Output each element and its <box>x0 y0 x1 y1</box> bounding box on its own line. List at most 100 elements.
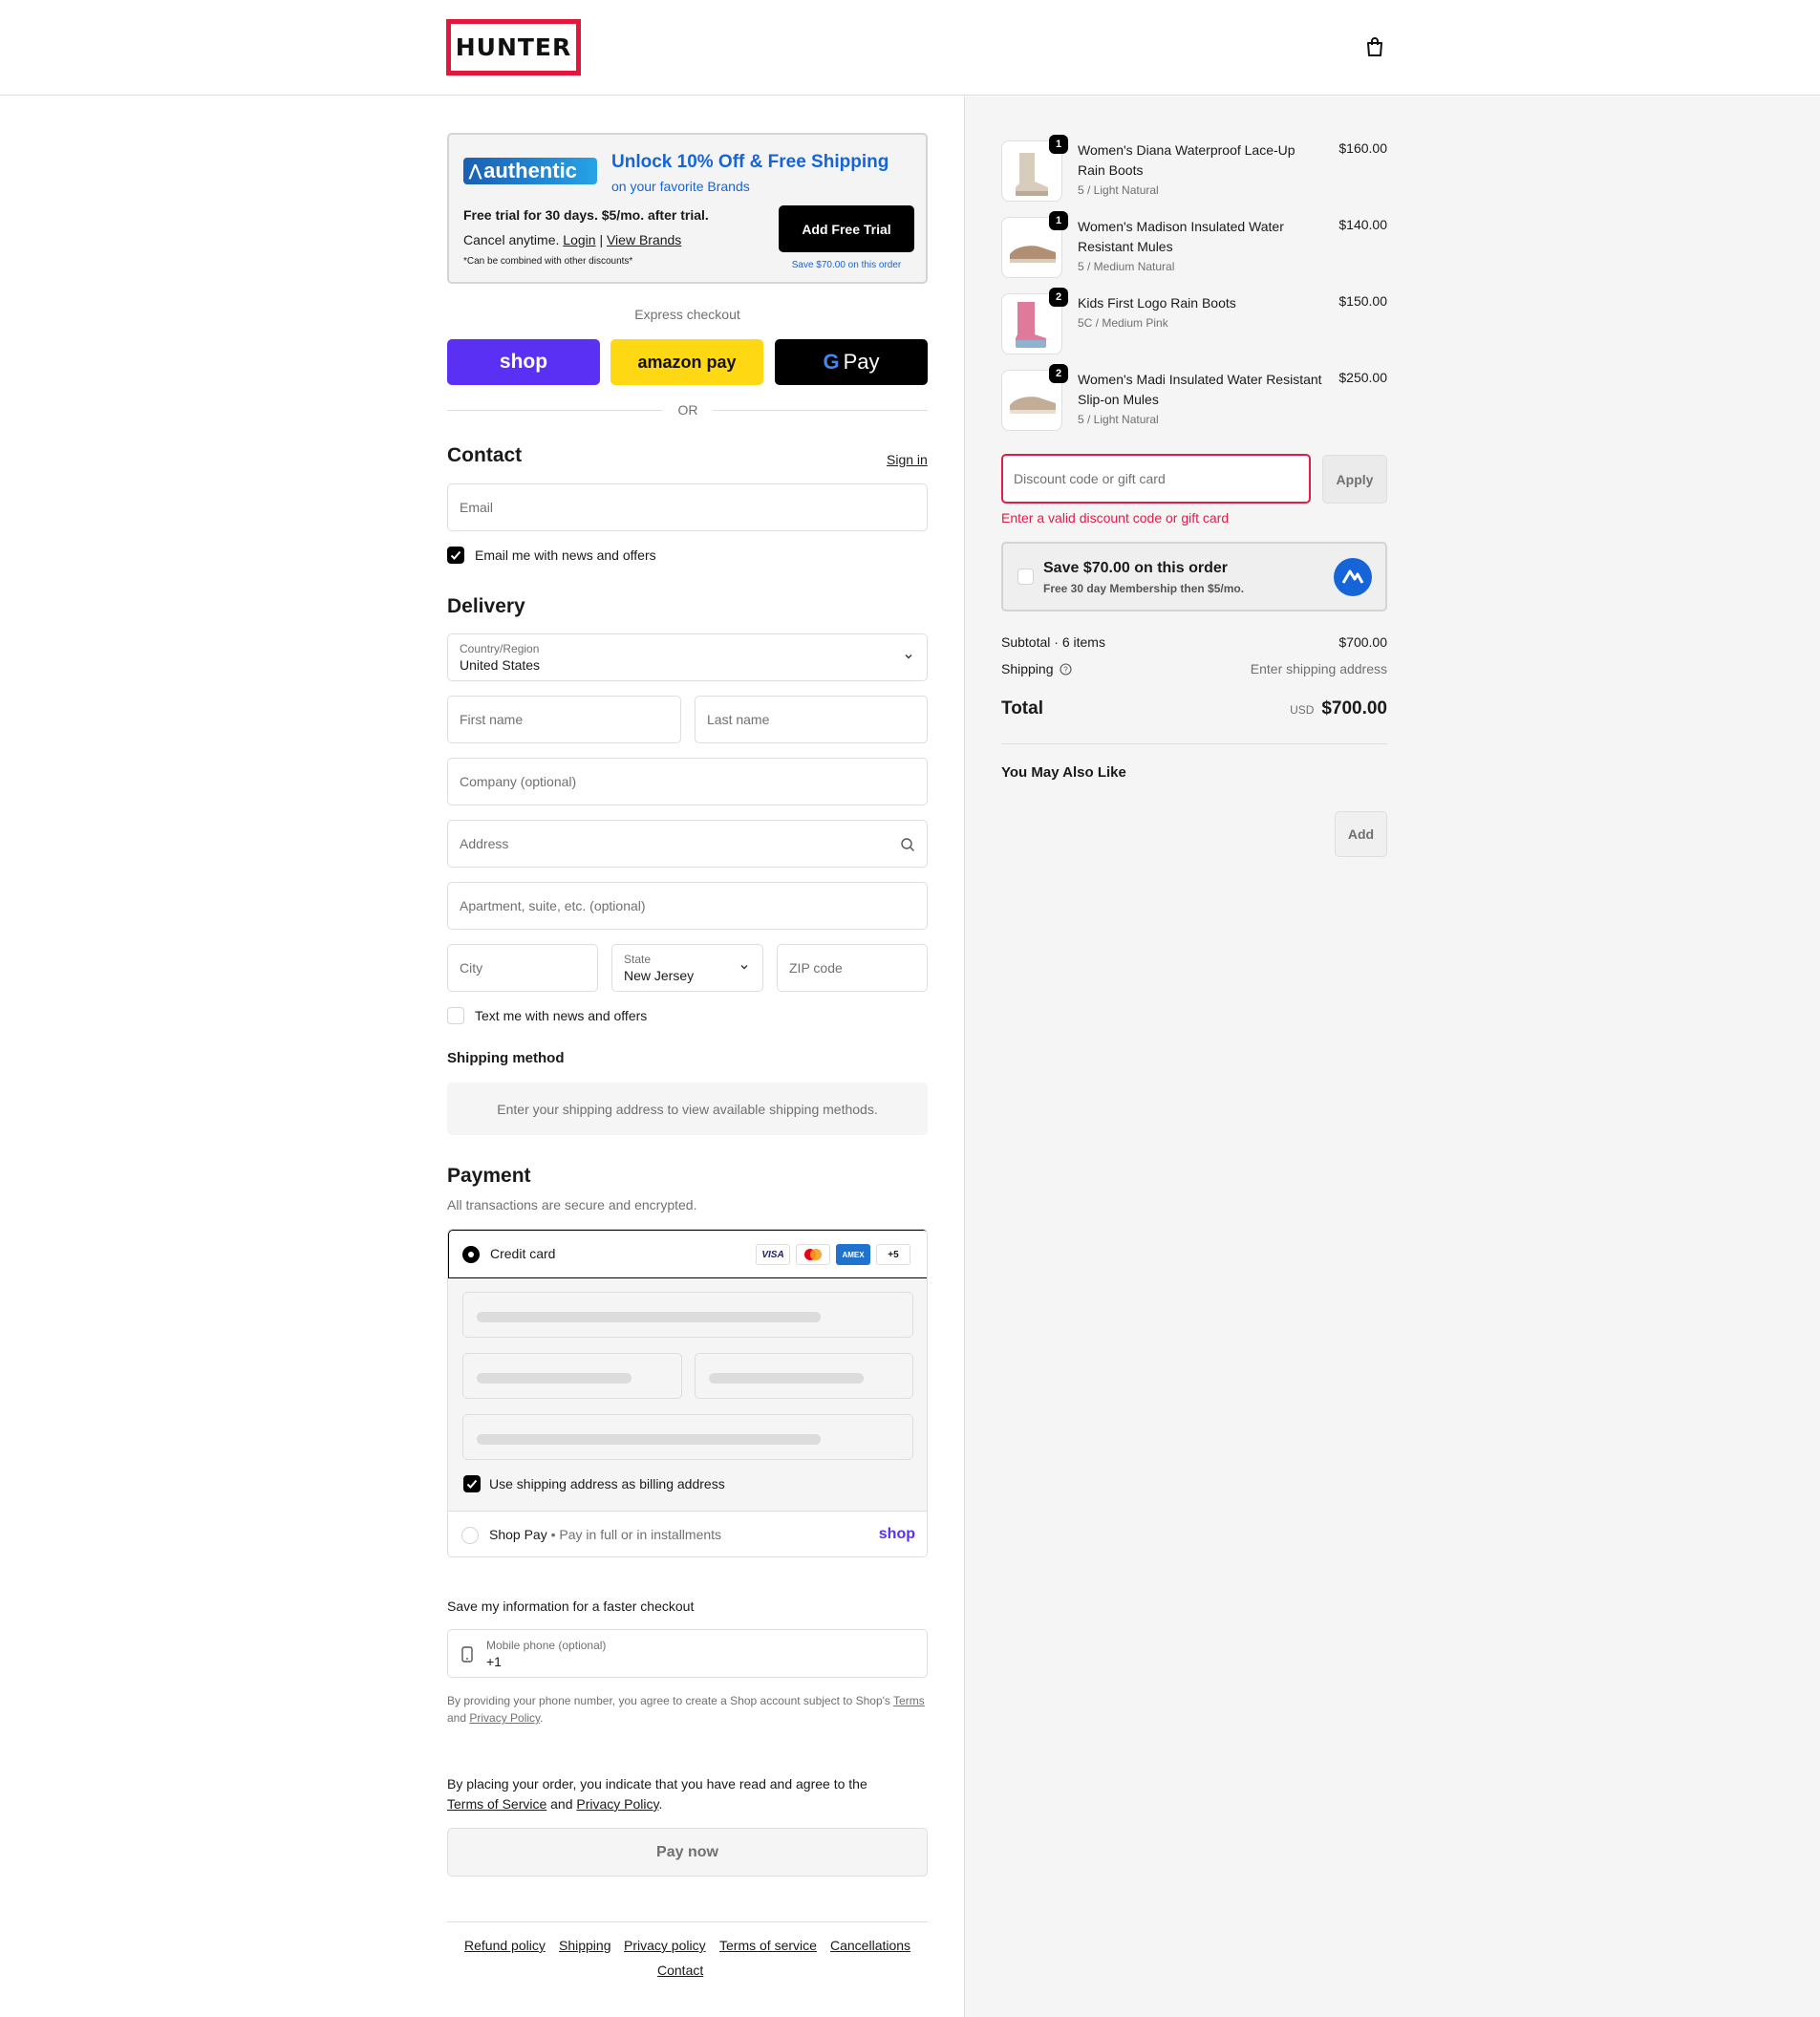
quantity-badge: 2 <box>1049 288 1068 307</box>
shop-pay-radio[interactable] <box>461 1527 479 1544</box>
billing-same-checkbox[interactable] <box>463 1475 481 1492</box>
product-price: $160.00 <box>1338 140 1387 156</box>
quantity-badge: 1 <box>1049 211 1068 230</box>
promo-subtitle: on your favorite Brands <box>611 179 750 194</box>
divider <box>447 410 662 411</box>
privacy-policy-link[interactable]: Privacy Policy <box>576 1796 658 1812</box>
last-name-field[interactable]: Last name <box>695 696 928 743</box>
more-cards-badge: +5 <box>876 1244 910 1265</box>
product-name: Kids First Logo Rain Boots <box>1078 295 1236 311</box>
shipping-row: Shipping ? Enter shipping address <box>1001 661 1387 676</box>
hunter-logo[interactable]: HUNTER <box>446 19 581 75</box>
email-news-checkbox[interactable] <box>447 547 464 564</box>
product-variant: 5 / Medium Natural <box>1078 260 1175 273</box>
address-field[interactable]: Address <box>447 820 928 868</box>
svg-text:?: ? <box>1063 666 1068 675</box>
add-free-trial-button[interactable]: Add Free Trial <box>779 205 914 252</box>
visa-icon: VISA <box>756 1244 790 1265</box>
contact-heading: Contact <box>447 444 523 466</box>
product-price: $250.00 <box>1338 370 1387 385</box>
credit-card-option[interactable]: Credit card VISA AMEX +5 <box>448 1230 927 1278</box>
save-offer-subtitle: Free 30 day Membership then $5/mo. <box>1043 582 1245 595</box>
shop-pay-label: Shop Pay <box>489 1527 547 1542</box>
phone-icon <box>461 1646 473 1663</box>
google-pay-button[interactable]: G Pay <box>775 339 928 385</box>
upsell-add-button[interactable]: Add <box>1335 811 1387 857</box>
sign-in-link[interactable]: Sign in <box>887 452 928 467</box>
discount-error-message: Enter a valid discount code or gift card <box>1001 510 1230 526</box>
subtotal-value: $700.00 <box>1338 634 1387 650</box>
express-checkout-label: Express checkout <box>634 307 740 322</box>
authentic-badge-icon <box>1334 558 1372 596</box>
country-select[interactable]: Country/Region United States <box>447 633 928 681</box>
save-offer-checkbox[interactable] <box>1017 569 1034 585</box>
shop-terms-link[interactable]: Terms <box>893 1694 925 1707</box>
promo-cancel-text: Cancel anytime. Login | View Brands <box>463 232 682 247</box>
summary-divider <box>1001 743 1387 744</box>
promo-fine-print: *Can be combined with other discounts* <box>463 256 633 267</box>
help-icon[interactable]: ? <box>1060 663 1072 676</box>
shipping-method-heading: Shipping method <box>447 1050 565 1066</box>
credit-card-radio[interactable] <box>462 1246 480 1263</box>
city-field[interactable]: City <box>447 944 598 992</box>
footer-cancellations-link[interactable]: Cancellations <box>830 1938 910 1953</box>
shopping-bag-icon[interactable] <box>1364 36 1385 57</box>
upsell-heading: You May Also Like <box>1001 764 1126 781</box>
cart-line-item: 1 Women's Madison Insulated Water Resist… <box>1001 211 1387 278</box>
product-price: $150.00 <box>1338 293 1387 309</box>
name-on-card-field[interactable] <box>462 1414 913 1460</box>
shipping-method-notice: Enter your shipping address to view avai… <box>447 1083 928 1135</box>
shop-pay-option[interactable]: Shop Pay • Pay in full or in installment… <box>448 1511 927 1556</box>
apartment-field[interactable]: Apartment, suite, etc. (optional) <box>447 882 928 930</box>
pay-now-button[interactable]: Pay now <box>447 1828 928 1877</box>
apply-discount-button[interactable]: Apply <box>1322 455 1387 504</box>
divider <box>713 410 928 411</box>
mobile-phone-field[interactable]: Mobile phone (optional) +1 <box>447 1629 928 1678</box>
expiration-field[interactable] <box>462 1353 682 1399</box>
google-g-icon: G <box>823 350 840 374</box>
footer-contact-link[interactable]: Contact <box>657 1963 703 1978</box>
shop-pay-subtitle: Pay in full or in installments <box>559 1527 722 1542</box>
cart-line-item: 2 Women's Madi Insulated Water Resistant… <box>1001 364 1387 431</box>
payment-methods: Credit card VISA AMEX +5 Use shipping ad… <box>447 1229 928 1557</box>
security-code-field[interactable] <box>695 1353 913 1399</box>
currency-code: USD <box>1290 703 1315 717</box>
promo-save-note: Save $70.00 on this order <box>791 260 902 270</box>
promo-login-link[interactable]: Login <box>563 232 595 247</box>
footer-terms-link[interactable]: Terms of service <box>719 1938 817 1953</box>
text-news-checkbox[interactable] <box>447 1007 464 1024</box>
shop-pay-express-button[interactable]: shop <box>447 339 600 385</box>
authentic-promo-banner: ⋀ authentic Unlock 10% Off & Free Shippin… <box>447 133 928 284</box>
discount-code-input[interactable]: Discount code or gift card <box>1001 454 1311 504</box>
shop-pay-logo: shop <box>878 1526 915 1542</box>
subtotal-label: Subtotal · 6 items <box>1001 634 1105 650</box>
terms-of-service-link[interactable]: Terms of Service <box>447 1796 546 1812</box>
promo-view-brands-link[interactable]: View Brands <box>607 232 681 247</box>
save-info-heading: Save my information for a faster checkou… <box>447 1599 695 1614</box>
subtotal-row: Subtotal · 6 items $700.00 <box>1001 634 1387 650</box>
shop-privacy-link[interactable]: Privacy Policy <box>469 1711 540 1725</box>
product-variant: 5 / Light Natural <box>1078 413 1159 426</box>
footer-privacy-policy-link[interactable]: Privacy policy <box>624 1938 706 1953</box>
product-name: Women's Diana Waterproof Lace-Up Rain Bo… <box>1078 142 1295 178</box>
first-name-field[interactable]: First name <box>447 696 681 743</box>
footer-shipping-link[interactable]: Shipping <box>559 1938 611 1953</box>
delivery-heading: Delivery <box>447 595 525 617</box>
state-select[interactable]: State New Jersey <box>611 944 763 992</box>
authentic-save-offer[interactable]: Save $70.00 on this order Free 30 day Me… <box>1001 542 1387 612</box>
company-field[interactable]: Company (optional) <box>447 758 928 805</box>
order-agreement-text: By placing your order, you indicate that… <box>447 1776 867 1812</box>
quantity-badge: 2 <box>1049 364 1068 383</box>
promo-title: Unlock 10% Off & Free Shipping <box>611 152 889 172</box>
credit-card-form: Use shipping address as billing address <box>448 1278 927 1511</box>
text-news-label: Text me with news and offers <box>475 1008 648 1023</box>
email-field[interactable]: Email <box>447 483 928 531</box>
credit-card-label: Credit card <box>490 1246 556 1261</box>
amazon-pay-button[interactable]: amazon pay <box>610 339 763 385</box>
quantity-badge: 1 <box>1049 135 1068 154</box>
product-variant: 5C / Medium Pink <box>1078 316 1168 330</box>
footer-refund-policy-link[interactable]: Refund policy <box>464 1938 546 1953</box>
card-number-field[interactable] <box>462 1292 913 1338</box>
zip-field[interactable]: ZIP code <box>777 944 928 992</box>
authentic-logo: ⋀ authentic <box>463 158 597 184</box>
